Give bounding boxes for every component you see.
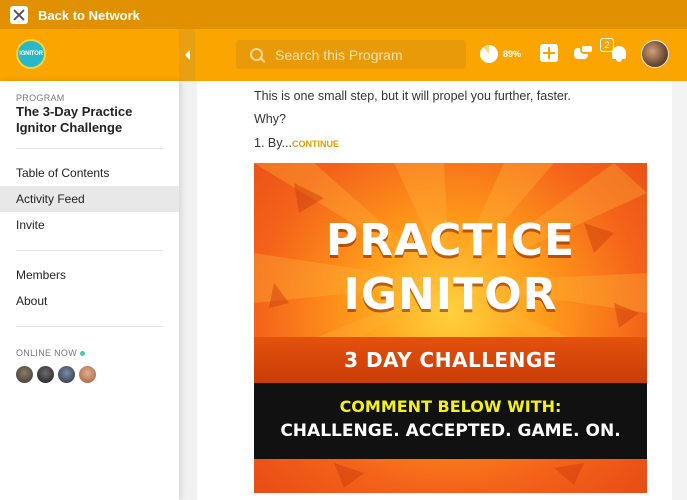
chat-icon[interactable] bbox=[574, 44, 594, 62]
banner-cta-line2: CHALLENGE. ACCEPTED. GAME. ON. bbox=[280, 421, 621, 441]
x-logo-icon bbox=[10, 6, 28, 24]
banner-subtitle: 3 DAY CHALLENGE bbox=[344, 348, 557, 372]
online-now-text: ONLINE NOW bbox=[16, 348, 78, 358]
sidebar-item-activity-feed[interactable]: Activity Feed bbox=[0, 186, 179, 212]
online-now-label: ONLINE NOW bbox=[16, 348, 86, 358]
sidebar-item-table-of-contents[interactable]: Table of Contents bbox=[0, 160, 179, 186]
online-member-avatar[interactable] bbox=[79, 366, 96, 383]
user-avatar[interactable] bbox=[641, 40, 669, 68]
progress-indicator[interactable]: 89% bbox=[480, 45, 521, 63]
plus-icon[interactable] bbox=[540, 44, 558, 62]
post-image[interactable]: PRACTICE IGNITOR 3 DAY CHALLENGE COMMENT… bbox=[254, 163, 647, 493]
sidebar: PROGRAM The 3-Day Practice Ignitor Chall… bbox=[0, 81, 179, 500]
post-text-line: Why? bbox=[254, 112, 286, 126]
search-bar[interactable] bbox=[236, 40, 466, 69]
program-logo[interactable]: IGNITOR bbox=[16, 39, 46, 69]
sidebar-item-invite[interactable]: Invite bbox=[0, 212, 179, 238]
online-member-avatar[interactable] bbox=[16, 366, 33, 383]
post-text-line: 1. By...CONTINUE bbox=[254, 136, 339, 150]
post-text-excerpt: 1. By... bbox=[254, 136, 292, 150]
collapse-arrow-icon bbox=[184, 50, 190, 60]
activity-feed-post: This is one small step, but it will prop… bbox=[197, 81, 672, 500]
post-text-line: This is one small step, but it will prop… bbox=[254, 89, 571, 103]
banner-title-line2: IGNITOR bbox=[343, 269, 558, 320]
program-logo-text: IGNITOR bbox=[19, 51, 43, 57]
progress-percent: 89% bbox=[503, 49, 522, 59]
page-gutter bbox=[672, 81, 687, 500]
continue-link[interactable]: CONTINUE bbox=[292, 139, 339, 149]
search-icon bbox=[250, 48, 263, 61]
bell-icon[interactable]: 2 bbox=[600, 38, 628, 64]
sidebar-divider bbox=[16, 250, 163, 251]
back-to-network-link[interactable]: Back to Network bbox=[10, 4, 140, 26]
banner-cta-line1: COMMENT BELOW WITH: bbox=[339, 397, 562, 416]
collapse-sidebar-button[interactable] bbox=[179, 29, 195, 81]
back-to-network-label: Back to Network bbox=[38, 7, 140, 23]
program-title: The 3-Day Practice Ignitor Challenge bbox=[16, 104, 133, 135]
program-label: PROGRAM bbox=[16, 93, 65, 103]
online-members bbox=[16, 366, 100, 383]
sidebar-item-about[interactable]: About bbox=[0, 288, 179, 314]
online-status-icon bbox=[80, 350, 86, 356]
network-bar: Back to Network bbox=[0, 0, 687, 29]
sidebar-item-members[interactable]: Members bbox=[0, 262, 179, 288]
online-member-avatar[interactable] bbox=[58, 366, 75, 383]
banner-title-line1: PRACTICE bbox=[325, 215, 576, 266]
program-header: IGNITOR 89% 2 bbox=[0, 29, 687, 81]
progress-pie-icon bbox=[480, 45, 498, 63]
sidebar-divider bbox=[16, 326, 163, 327]
notification-badge: 2 bbox=[600, 38, 614, 52]
banner-subtitle-strip: 3 DAY CHALLENGE bbox=[254, 337, 647, 383]
search-input[interactable] bbox=[275, 46, 455, 63]
sidebar-divider bbox=[16, 148, 163, 149]
online-member-avatar[interactable] bbox=[37, 366, 54, 383]
